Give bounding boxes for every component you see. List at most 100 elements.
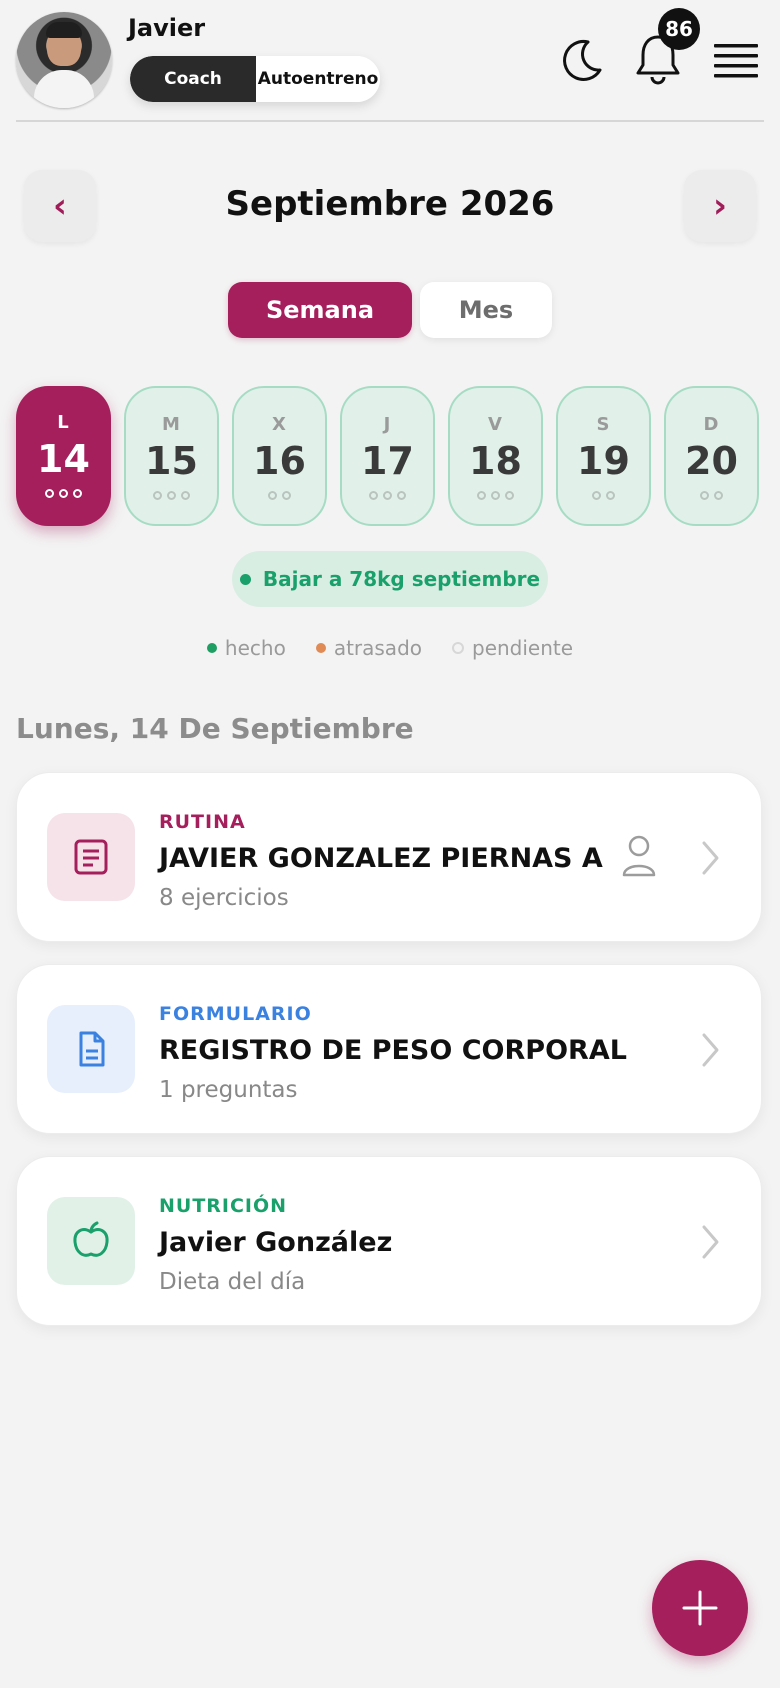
day-17[interactable]: J 17 — [340, 386, 435, 526]
avatar[interactable] — [16, 12, 112, 108]
day-letter: S — [596, 414, 611, 435]
legend-dot-icon — [452, 642, 464, 654]
card-subtitle: 1 preguntas — [159, 1077, 298, 1103]
day-16[interactable]: X 16 — [232, 386, 327, 526]
view-week-button[interactable]: Semana — [228, 282, 412, 338]
status-dot-icon — [181, 491, 190, 500]
legend-label: pendiente — [472, 636, 574, 660]
day-letter: D — [703, 414, 720, 435]
status-dot-icon — [397, 491, 406, 500]
day-status-dots — [369, 491, 406, 500]
goal-pill[interactable]: Bajar a 78kg septiembre — [232, 551, 548, 607]
status-dot-icon — [592, 491, 601, 500]
prev-month-button[interactable]: ‹ — [24, 170, 96, 242]
status-dot-icon — [153, 491, 162, 500]
day-number: 18 — [469, 439, 522, 483]
day-status-dots — [45, 489, 82, 498]
menu-icon[interactable] — [710, 36, 762, 86]
status-dot-icon — [282, 491, 291, 500]
next-month-button[interactable]: › — [684, 170, 756, 242]
day-14[interactable]: L 14 — [16, 386, 111, 526]
mode-toggle[interactable]: Coach Autoentreno — [130, 56, 380, 102]
status-dot-icon — [606, 491, 615, 500]
day-letter: M — [162, 414, 181, 435]
view-toggle: Semana Mes — [228, 282, 552, 338]
avatar-shirt — [34, 70, 94, 108]
header: Javier Coach Autoentreno 86 — [0, 0, 780, 122]
card-subtitle: Dieta del día — [159, 1269, 306, 1295]
day-20[interactable]: D 20 — [664, 386, 759, 526]
mode-coach-button[interactable]: Coach — [130, 56, 256, 102]
legend-label: atrasado — [333, 636, 422, 660]
chevron-right-icon — [695, 835, 725, 881]
mode-autoentreno-button[interactable]: Autoentreno — [256, 56, 380, 102]
day-letter: J — [383, 414, 392, 435]
document-icon — [47, 1005, 135, 1093]
goal-label: Bajar a 78kg septiembre — [262, 567, 541, 591]
day-15[interactable]: M 15 — [124, 386, 219, 526]
card-title: JAVIER GONZALEZ PIERNAS A — [159, 843, 603, 874]
day-status-dots — [268, 491, 291, 500]
day-number: 15 — [145, 439, 198, 483]
chevron-right-icon — [695, 1219, 725, 1265]
day-letter: X — [272, 414, 287, 435]
add-button[interactable] — [652, 1560, 748, 1656]
week-days: L 14 M 15 X 16 J 17 V 18 S 19 D 20 — [16, 386, 759, 526]
task-card-nutrition[interactable]: NUTRICIÓN Javier González Dieta del día — [16, 1156, 762, 1326]
day-number: 16 — [253, 439, 306, 483]
legend-item-late: atrasado — [315, 636, 422, 660]
routine-icon — [47, 813, 135, 901]
date-heading: Lunes, 14 De Septiembre — [16, 712, 414, 745]
status-dot-icon — [369, 491, 378, 500]
card-category: FORMULARIO — [159, 1003, 312, 1025]
moon-icon[interactable] — [552, 30, 612, 90]
status-dot-icon — [59, 489, 68, 498]
chevron-right-icon — [695, 1027, 725, 1073]
app-screen: Javier Coach Autoentreno 86 ‹ Septiembre… — [0, 0, 780, 1688]
day-status-dots — [700, 491, 723, 500]
task-card-form[interactable]: FORMULARIO REGISTRO DE PESO CORPORAL 1 p… — [16, 964, 762, 1134]
card-subtitle: 8 ejercicios — [159, 885, 289, 911]
card-title: REGISTRO DE PESO CORPORAL — [159, 1035, 627, 1066]
status-dot-icon — [268, 491, 277, 500]
day-status-dots — [153, 491, 190, 500]
header-divider — [16, 120, 764, 122]
status-dot-icon — [714, 491, 723, 500]
card-title: Javier González — [159, 1227, 393, 1258]
user-name: Javier — [128, 14, 206, 42]
status-legend: hecho atrasado pendiente — [0, 636, 780, 660]
status-dot-icon — [505, 491, 514, 500]
legend-dot-icon — [206, 643, 217, 653]
task-card-routine[interactable]: RUTINA JAVIER GONZALEZ PIERNAS A 8 ejerc… — [16, 772, 762, 942]
plus-icon — [682, 1590, 718, 1626]
view-month-button[interactable]: Mes — [420, 282, 552, 338]
legend-item-done: hecho — [206, 636, 286, 660]
status-dot-icon — [45, 489, 54, 498]
status-dot-icon — [73, 489, 82, 498]
status-dot-icon — [383, 491, 392, 500]
legend-item-pending: pendiente — [452, 636, 573, 660]
avatar-hair — [46, 22, 82, 38]
status-dot-icon — [491, 491, 500, 500]
day-number: 19 — [577, 439, 630, 483]
goal-dot-icon — [239, 573, 251, 585]
day-19[interactable]: S 19 — [556, 386, 651, 526]
day-letter: L — [57, 412, 70, 433]
day-number: 20 — [685, 439, 738, 483]
notification-badge: 86 — [658, 8, 700, 50]
person-icon — [619, 833, 659, 879]
day-status-dots — [477, 491, 514, 500]
day-number: 14 — [37, 437, 90, 481]
day-status-dots — [592, 491, 615, 500]
legend-dot-icon — [315, 643, 326, 653]
status-dot-icon — [477, 491, 486, 500]
day-letter: V — [488, 414, 503, 435]
card-category: RUTINA — [159, 811, 246, 833]
status-dot-icon — [700, 491, 709, 500]
legend-label: hecho — [224, 636, 286, 660]
card-category: NUTRICIÓN — [159, 1195, 288, 1217]
status-dot-icon — [167, 491, 176, 500]
day-18[interactable]: V 18 — [448, 386, 543, 526]
month-title: Septiembre 2026 — [225, 184, 555, 224]
day-number: 17 — [361, 439, 414, 483]
